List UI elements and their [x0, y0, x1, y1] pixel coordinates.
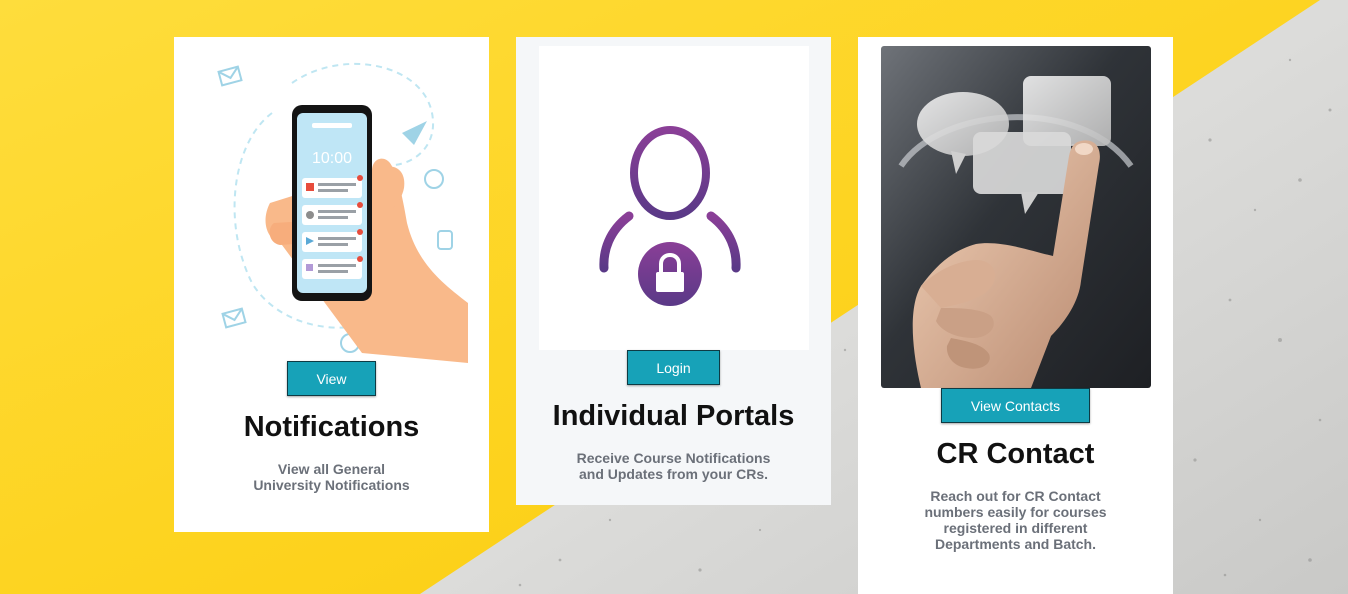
notifications-card: 10:00 View Notifications View all Genera…: [174, 37, 489, 532]
cr-contact-description-line: Reach out for CR Contact: [930, 488, 1101, 504]
notifications-illustration: 10:00: [212, 53, 468, 363]
cr-contact-description-line: numbers easily for courses: [924, 504, 1107, 520]
portals-description-line: and Updates from your CRs.: [578, 466, 769, 482]
cr-contact-description: Reach out for CR Contact numbers easily …: [858, 488, 1173, 552]
view-notifications-button[interactable]: View: [287, 361, 376, 396]
portals-description: Receive Course Notifications and Updates…: [516, 450, 831, 482]
login-button[interactable]: Login: [627, 350, 720, 385]
touch-chat-photo: [881, 46, 1151, 388]
cr-contact-description-line: Departments and Batch.: [934, 536, 1097, 552]
notifications-title: Notifications: [243, 411, 420, 443]
cr-contact-description-line: registered in different: [943, 520, 1088, 536]
portals-title: Individual Portals: [552, 400, 795, 432]
cr-contact-card: View Contacts CR Contact Reach out for C…: [858, 37, 1173, 594]
user-lock-illustration: [539, 46, 809, 350]
portals-card: Login Individual Portals Receive Course …: [516, 37, 831, 505]
notifications-description-line: University Notifications: [253, 477, 410, 493]
notifications-description: View all General University Notification…: [174, 461, 489, 493]
notifications-description-line: View all General: [277, 461, 386, 477]
phone-time: 10:00: [312, 150, 352, 167]
portals-description-line: Receive Course Notifications: [576, 450, 771, 466]
view-contacts-button[interactable]: View Contacts: [941, 388, 1090, 423]
cr-contact-title: CR Contact: [936, 438, 1095, 470]
